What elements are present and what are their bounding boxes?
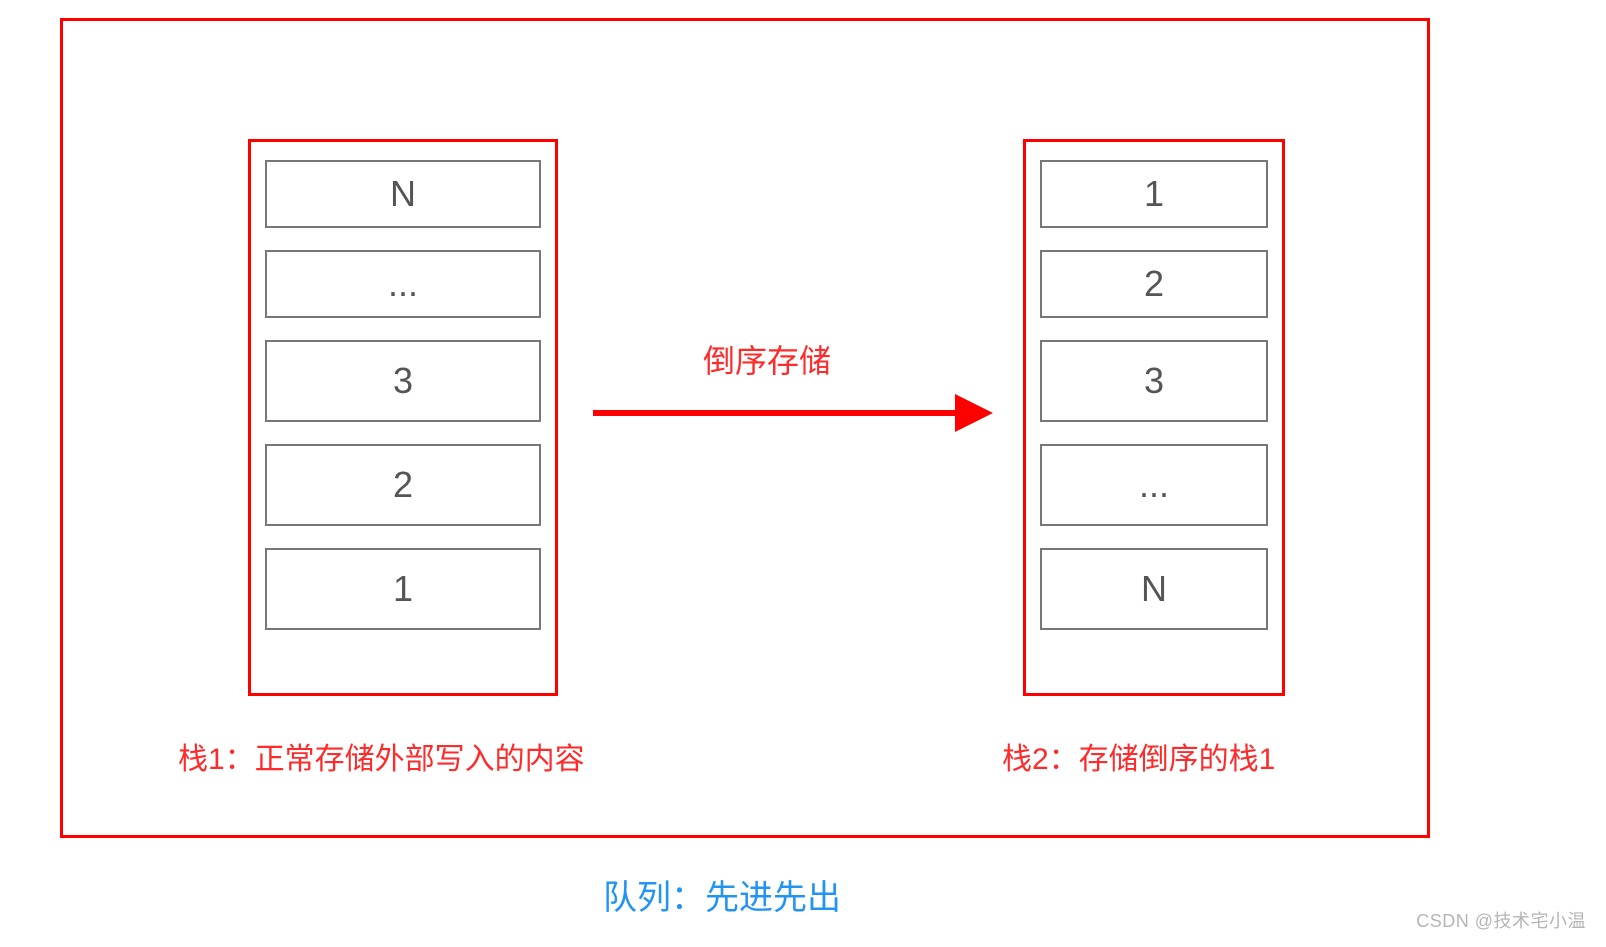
- stack1-cell: 3: [265, 340, 541, 422]
- stack1-cell: ...: [265, 250, 541, 318]
- stack2-cell: ...: [1040, 444, 1268, 526]
- stack-2-label: 栈2：存储倒序的栈1: [1002, 734, 1275, 778]
- stack-1-frame: N ... 3 2 1: [248, 139, 558, 696]
- stack-2-frame: 1 2 3 ... N: [1023, 139, 1285, 696]
- stack2-cell: 1: [1040, 160, 1268, 228]
- stack2-cell: N: [1040, 548, 1268, 630]
- stack2-cell: 3: [1040, 340, 1268, 422]
- stack-1-label: 栈1：正常存储外部写入的内容: [178, 734, 585, 778]
- arrow-icon: [593, 384, 993, 444]
- queue-caption: 队列：先进先出: [603, 870, 841, 919]
- arrow-label: 倒序存储: [703, 336, 831, 382]
- queue-outer-frame: N ... 3 2 1 1 2 3 ... N 倒序存储 栈1：正常存储外部写入…: [60, 18, 1430, 838]
- stack1-cell: 1: [265, 548, 541, 630]
- watermark: CSDN @技术宅小温: [1416, 907, 1586, 933]
- stack1-cell: 2: [265, 444, 541, 526]
- stack2-cell: 2: [1040, 250, 1268, 318]
- stack1-cell: N: [265, 160, 541, 228]
